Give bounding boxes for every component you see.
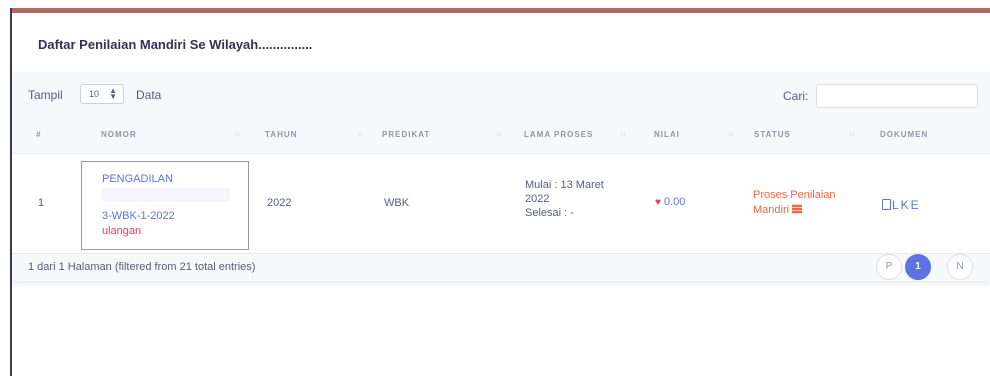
column-header-nomor[interactable]: NOMOR	[101, 130, 137, 139]
column-header-status[interactable]: STATUS	[754, 130, 791, 139]
search-label: Cari:	[783, 89, 809, 103]
column-header-index[interactable]: #	[36, 130, 41, 139]
lama-selesai: Selesai : -	[525, 207, 574, 219]
lama-tahun: 2022	[525, 193, 550, 205]
tahun-cell: 2022	[267, 197, 292, 209]
table-header: # NOMOR ↑↓ TAHUN ↑↓ PREDIKAT ↑↓ LAMA PRO…	[12, 116, 990, 154]
nomor-cell: PENGADILAN 3-WBK-1-2022 ulangan	[81, 161, 249, 250]
lama-mulai: Mulai : 13 Maret	[525, 179, 604, 191]
redacted-block	[182, 171, 230, 185]
page-length-value: 10	[89, 89, 100, 99]
page-length-select[interactable]: 10 ▲ ▼	[80, 84, 124, 104]
pagination-info: 1 dari 1 Halaman (filtered from 21 total…	[28, 261, 256, 273]
row-index: 1	[38, 197, 45, 209]
prev-page-button[interactable]: P	[876, 254, 902, 280]
page-1-button[interactable]: 1	[905, 254, 931, 280]
heart-broken-icon: ♥	[655, 197, 661, 208]
card-title: Daftar Penilaian Mandiri Se Wilayah.....…	[38, 37, 313, 52]
column-header-lama-proses[interactable]: LAMA PROSES	[524, 130, 593, 139]
nilai-value: 0.00	[664, 196, 686, 208]
sort-arrows-icon[interactable]: ↑↓	[234, 131, 240, 138]
nomor-link[interactable]: PENGADILAN	[102, 173, 173, 185]
sort-arrows-icon[interactable]: ↑↓	[496, 131, 502, 138]
table-footer: 1 dari 1 Halaman (filtered from 21 total…	[12, 254, 990, 281]
sort-arrows-icon[interactable]: ↑↓	[357, 131, 363, 138]
status-line-1: Proses Penilaian	[753, 189, 836, 201]
dokumen-label: LKE	[892, 198, 921, 212]
redacted-block	[102, 188, 230, 202]
search-input[interactable]	[816, 84, 978, 108]
status-cell: Proses Penilaian Mandiri	[753, 188, 863, 218]
data-label: Data	[136, 88, 162, 102]
list-icon[interactable]	[792, 204, 803, 214]
lama-proses-cell: Mulai : 13 Maret 2022 Selesai : -	[525, 178, 625, 220]
show-entries-label: Tampil	[28, 88, 63, 102]
next-page-button[interactable]: N	[947, 254, 973, 280]
sort-arrows-icon[interactable]: ↑↓	[849, 131, 855, 138]
nilai-cell: ♥ 0.00	[655, 196, 685, 208]
dokumen-link[interactable]: LKE	[882, 198, 921, 212]
nomor-flag: ulangan	[102, 225, 142, 237]
select-arrows-icon: ▲ ▼	[109, 86, 117, 101]
predikat-cell: WBK	[384, 197, 410, 209]
sort-arrows-icon[interactable]: ↑↓	[620, 131, 626, 138]
column-header-nilai[interactable]: NILAI	[654, 130, 680, 139]
assessment-card: Daftar Penilaian Mandiri Se Wilayah.....…	[12, 13, 990, 281]
sort-arrows-icon[interactable]: ↑↓	[728, 131, 734, 138]
column-header-dokumen[interactable]: DOKUMEN	[880, 130, 928, 139]
document-icon	[882, 199, 891, 210]
table-row: 1 PENGADILAN 3-WBK-1-2022 ulangan 2022 W…	[12, 154, 990, 254]
status-line-2: Mandiri	[753, 204, 790, 216]
table-toolbar: Tampil 10 ▲ ▼ Data Cari:	[12, 72, 990, 116]
column-header-tahun[interactable]: TAHUN	[265, 130, 297, 139]
nomor-code-link[interactable]: 3-WBK-1-2022	[102, 210, 175, 222]
column-header-predikat[interactable]: PREDIKAT	[382, 130, 430, 139]
